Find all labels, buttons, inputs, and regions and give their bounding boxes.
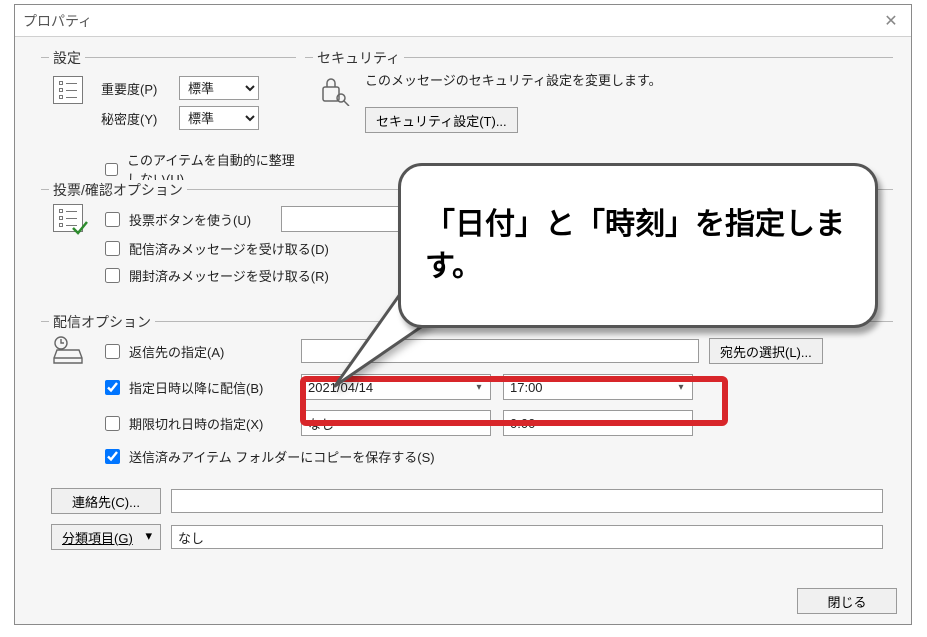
select-names-button[interactable]: 宛先の選択(L)... — [709, 338, 823, 364]
outbox-icon — [53, 354, 85, 369]
callout-text: 「日付」と「時刻」を指定します。 — [425, 204, 851, 288]
delivery-receipt-label: 配信済みメッセージを受け取る(D) — [129, 239, 329, 258]
lock-icon — [317, 94, 351, 109]
expire-input[interactable] — [105, 416, 120, 431]
defer-time-value: 17:00 — [510, 380, 543, 395]
read-receipt-input[interactable] — [105, 268, 120, 283]
expire-time-combo[interactable]: 0:00 ▾ — [503, 410, 693, 436]
chevron-down-icon: ▾ — [472, 379, 486, 395]
auto-archive-input[interactable] — [105, 162, 118, 177]
expire-label: 期限切れ日時の指定(X) — [129, 414, 263, 433]
contacts-button[interactable]: 連絡先(C)... — [51, 488, 161, 514]
group-settings: 設定 重要度(P) 標準 秘密度(Y) 標準 — [41, 57, 296, 177]
reply-to-label: 返信先の指定(A) — [129, 342, 224, 361]
group-vote-caption: 投票/確認オプション — [49, 180, 187, 200]
reply-to-input[interactable] — [105, 344, 120, 359]
save-sent-checkbox[interactable]: 送信済みアイテム フォルダーにコピーを保存する(S) — [101, 446, 883, 467]
save-sent-input[interactable] — [105, 449, 120, 464]
expire-date-value: なし — [308, 414, 334, 433]
importance-select[interactable]: 標準 — [179, 76, 259, 100]
expire-time-value: 0:00 — [510, 416, 535, 431]
delivery-receipt-input[interactable] — [105, 241, 120, 256]
defer-input[interactable] — [105, 380, 120, 395]
close-icon[interactable]: ✕ — [879, 9, 903, 33]
categories-button-label: 分類項目(G) — [62, 531, 133, 546]
contacts-field[interactable] — [171, 489, 883, 513]
save-sent-label: 送信済みアイテム フォルダーにコピーを保存する(S) — [129, 447, 435, 466]
chevron-down-icon: ▾ — [674, 415, 688, 431]
defer-time-combo[interactable]: 17:00 ▾ — [503, 374, 693, 400]
group-delivery-caption: 配信オプション — [49, 312, 155, 332]
title-bar: プロパティ ✕ — [15, 5, 911, 37]
defer-label: 指定日時以降に配信(B) — [129, 378, 263, 397]
chevron-down-icon: ▾ — [674, 379, 688, 395]
group-settings-caption: 設定 — [49, 48, 85, 68]
expire-date-combo[interactable]: なし ▾ — [301, 410, 491, 436]
callout-bubble: 「日付」と「時刻」を指定します。 — [398, 163, 878, 328]
categories-button[interactable]: 分類項目(G) ▾ — [51, 524, 161, 550]
importance-label: 重要度(P) — [101, 79, 179, 98]
close-button[interactable]: 閉じる — [797, 588, 897, 614]
chevron-down-icon: ▾ — [145, 528, 152, 544]
categories-value: なし — [178, 528, 204, 547]
window-title: プロパティ — [23, 11, 92, 31]
read-receipt-label: 開封済みメッセージを受け取る(R) — [129, 266, 329, 285]
voting-checkbox[interactable]: 投票ボタンを使う(U) — [101, 209, 281, 230]
group-delivery: 配信オプション 返信先の指定(A) 宛先の選択(L)... — [41, 321, 893, 561]
checklist-icon — [53, 204, 83, 235]
security-settings-button[interactable]: セキュリティ設定(T)... — [365, 107, 518, 133]
defer-checkbox[interactable]: 指定日時以降に配信(B) — [101, 377, 301, 398]
categories-field[interactable]: なし — [171, 525, 883, 549]
security-desc: このメッセージのセキュリティ設定を変更します。 — [365, 70, 883, 89]
properties-icon — [53, 76, 83, 104]
chevron-down-icon: ▾ — [472, 415, 486, 431]
sensitivity-label: 秘密度(Y) — [101, 109, 179, 128]
group-security: セキュリティ このメッセージのセキュリティ設定を変更します。 セキュリティ設定(… — [305, 57, 893, 177]
voting-input[interactable] — [105, 212, 120, 227]
group-security-caption: セキュリティ — [313, 48, 404, 68]
sensitivity-select[interactable]: 標準 — [179, 106, 259, 130]
reply-to-checkbox[interactable]: 返信先の指定(A) — [101, 341, 301, 362]
expire-checkbox[interactable]: 期限切れ日時の指定(X) — [101, 413, 301, 434]
voting-label: 投票ボタンを使う(U) — [129, 210, 251, 229]
